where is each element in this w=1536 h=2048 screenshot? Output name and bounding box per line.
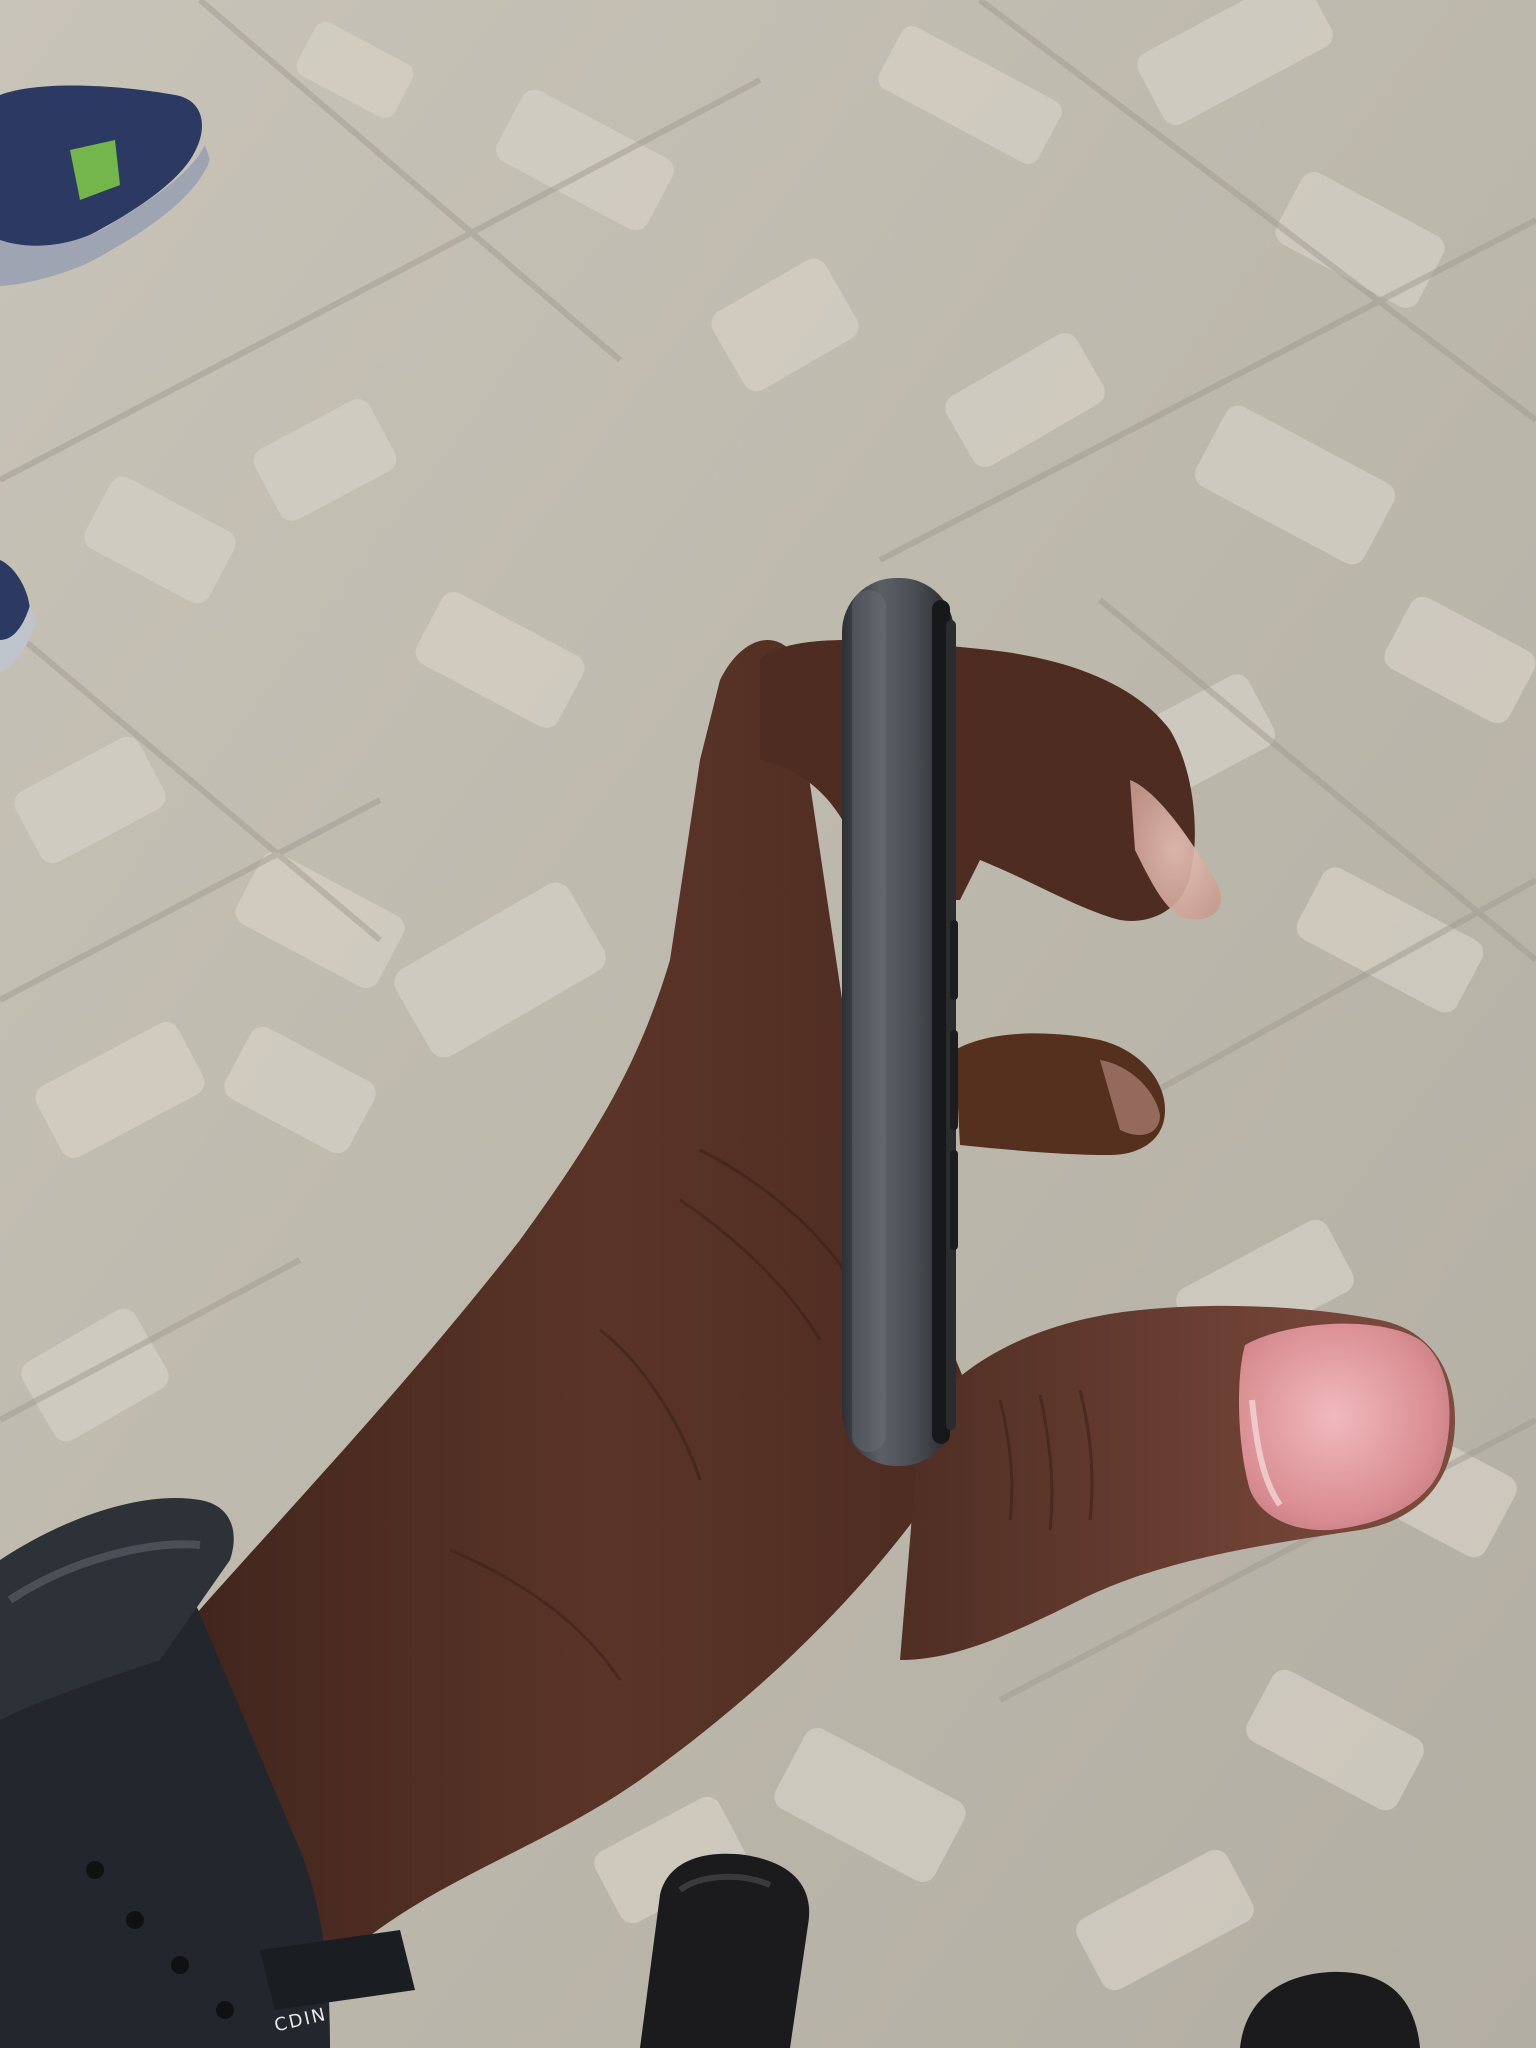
photo-scene: CDIN — [0, 0, 1536, 2048]
phone-side-icon — [842, 578, 958, 1466]
photo-canvas — [0, 0, 1536, 2048]
